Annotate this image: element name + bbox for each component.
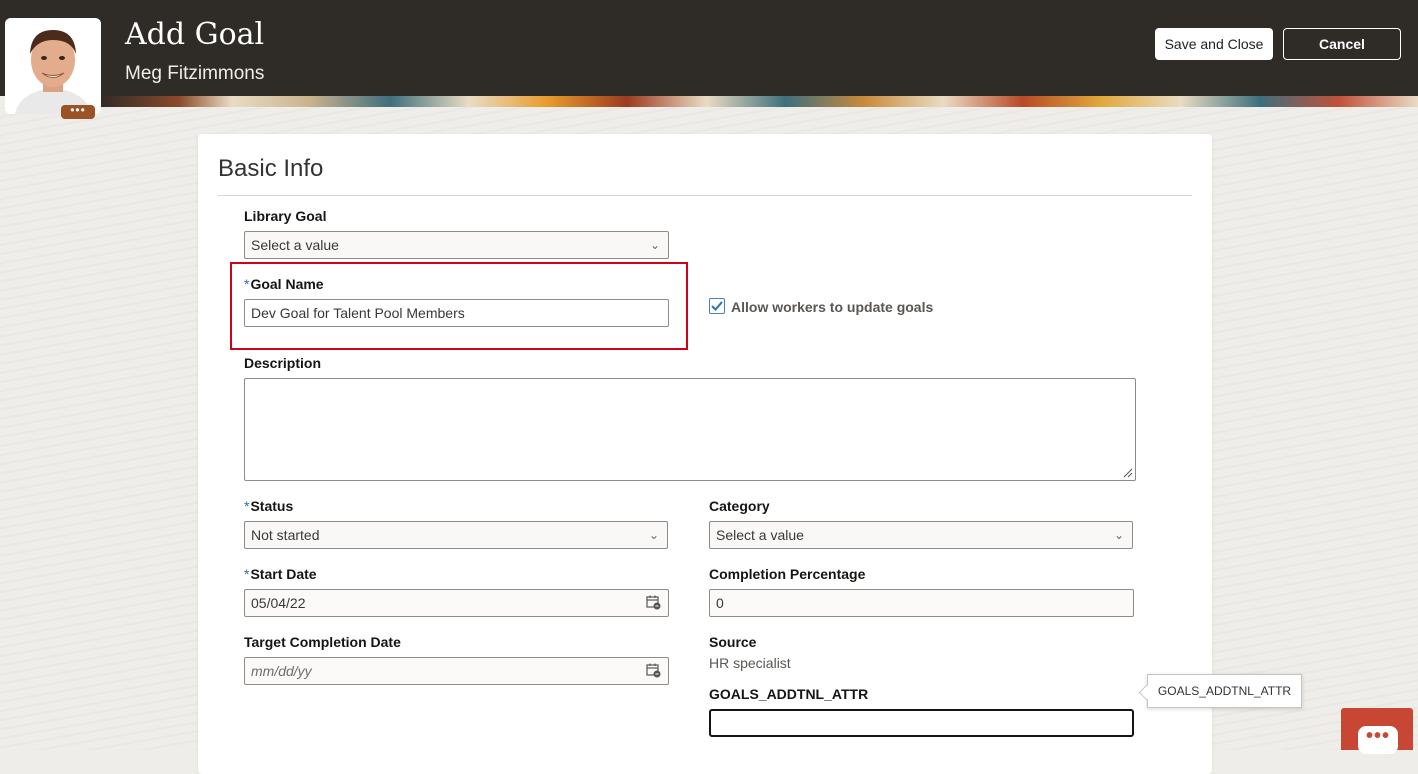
category-value: Select a value [716, 527, 804, 543]
library-goal-label: Library Goal [244, 208, 327, 224]
completion-percentage-value: 0 [716, 595, 724, 611]
goal-name-input[interactable]: Dev Goal for Talent Pool Members [244, 299, 669, 327]
allow-update-label: Allow workers to update goals [731, 299, 934, 315]
header-banner-pattern [100, 96, 1418, 107]
status-label: *Status [244, 498, 293, 514]
description-label: Description [244, 355, 322, 371]
source-label: Source [709, 634, 757, 650]
checkmark-icon [711, 301, 723, 311]
cancel-label: Cancel [1319, 36, 1365, 52]
person-name: Meg Fitzimmons [125, 63, 265, 84]
page-title: Add Goal [125, 17, 265, 52]
category-select[interactable]: Select a value ⌄ [709, 521, 1133, 549]
required-marker: * [244, 498, 250, 514]
description-textarea[interactable] [244, 378, 1136, 481]
allow-update-checkbox[interactable] [709, 298, 725, 314]
status-label-text: Status [250, 498, 294, 514]
chevron-down-icon: ⌄ [648, 528, 659, 542]
avatar-more-button[interactable]: ••• [61, 104, 95, 119]
library-goal-select[interactable]: Select a value ⌄ [244, 231, 669, 259]
section-divider [218, 195, 1192, 196]
goal-name-label-text: Goal Name [250, 276, 324, 292]
resize-handle-icon[interactable] [1123, 468, 1133, 478]
start-date-input[interactable]: 05/04/22 [244, 589, 669, 617]
person-photo [5, 18, 101, 114]
completion-percentage-input[interactable]: 0 [709, 589, 1134, 617]
calendar-icon[interactable] [646, 595, 661, 610]
chevron-down-icon: ⌄ [649, 238, 660, 252]
field-tooltip: GOALS_ADDTNL_ATTR [1147, 674, 1302, 708]
start-date-value: 05/04/22 [251, 595, 306, 611]
target-completion-date-placeholder: mm/dd/yy [251, 663, 312, 679]
completion-percentage-label: Completion Percentage [709, 566, 866, 582]
required-marker: * [244, 276, 250, 292]
status-value: Not started [251, 527, 320, 543]
source-value: HR specialist [709, 655, 791, 671]
status-select[interactable]: Not started ⌄ [244, 521, 668, 549]
start-date-label-text: Start Date [250, 566, 317, 582]
goals-addtnl-attr-input[interactable] [709, 709, 1134, 737]
save-and-close-button[interactable]: Save and Close [1155, 28, 1273, 60]
goal-name-value: Dev Goal for Talent Pool Members [251, 305, 465, 321]
chat-button[interactable]: ••• [1341, 708, 1413, 754]
save-and-close-label: Save and Close [1164, 36, 1264, 52]
calendar-icon[interactable] [646, 663, 661, 678]
cancel-button[interactable]: Cancel [1283, 28, 1401, 60]
library-goal-value: Select a value [251, 237, 339, 253]
start-date-label: *Start Date [244, 566, 317, 582]
target-completion-date-input[interactable]: mm/dd/yy [244, 657, 669, 685]
target-completion-date-label: Target Completion Date [244, 634, 401, 650]
goal-name-label: *Goal Name [244, 276, 324, 292]
section-title: Basic Info [218, 155, 324, 182]
required-marker: * [244, 566, 250, 582]
goals-addtnl-attr-label: GOALS_ADDTNL_ATTR [709, 686, 869, 702]
avatar[interactable] [5, 18, 101, 114]
chevron-down-icon: ⌄ [1113, 528, 1124, 542]
category-label: Category [709, 498, 770, 514]
